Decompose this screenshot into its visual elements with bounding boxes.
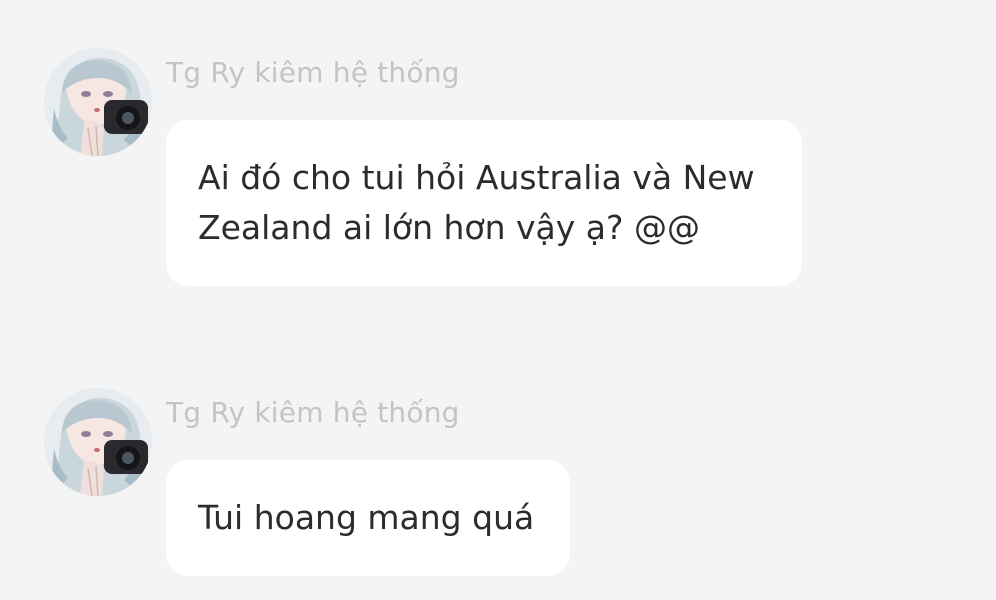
sender-name: Tg Ry kiêm hệ thống [166, 56, 460, 89]
message-bubble[interactable]: Ai đó cho tui hỏi Australia và New Zeala… [166, 120, 802, 286]
avatar-image [44, 48, 152, 156]
avatar-image [44, 388, 152, 496]
message-text-line: Zealand ai lớn hơn vậy ạ? @@ [198, 208, 701, 247]
user-avatar[interactable] [44, 388, 152, 496]
message-bubble[interactable]: Tui hoang mang quá [166, 460, 570, 576]
sender-name: Tg Ry kiêm hệ thống [166, 396, 460, 429]
message-text-line: Ai đó cho tui hỏi Australia và New [198, 158, 755, 197]
message-text-line: Tui hoang mang quá [198, 498, 535, 537]
user-avatar[interactable] [44, 48, 152, 156]
chat-thread: Tg Ry kiêm hệ thống Ai đó cho tui hỏi Au… [0, 0, 996, 600]
